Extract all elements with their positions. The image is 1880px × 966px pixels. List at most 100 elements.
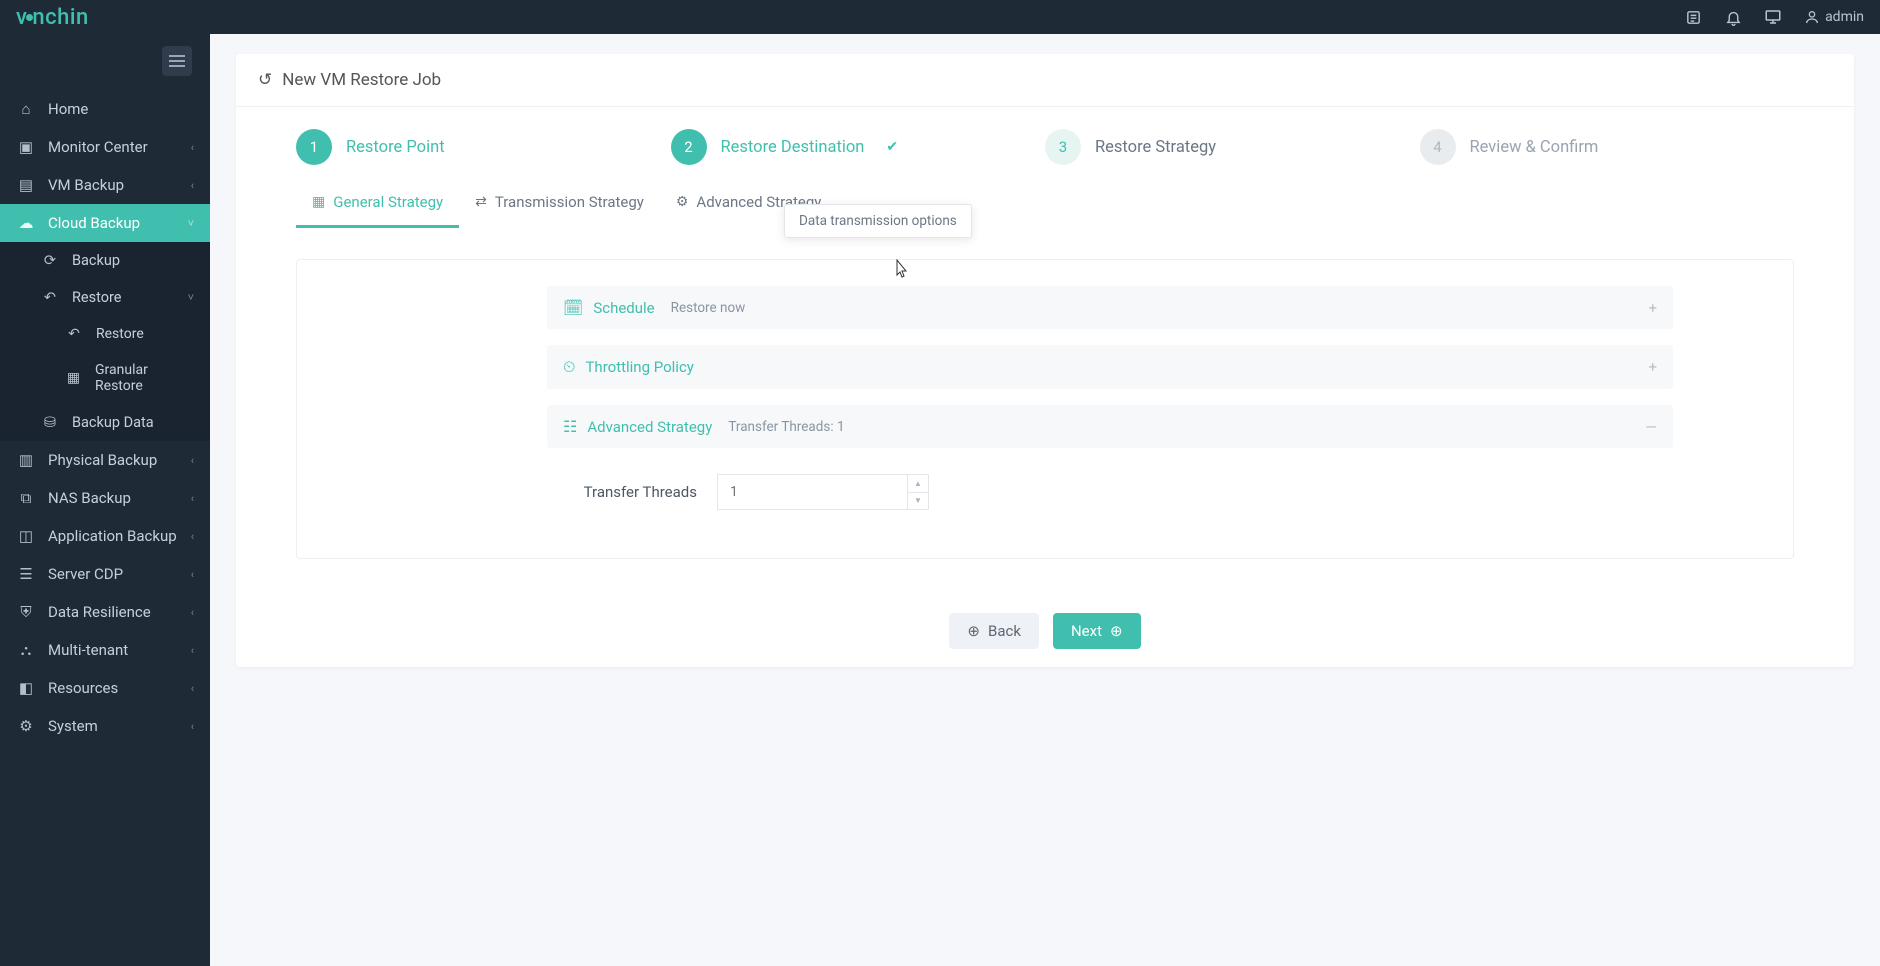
chevron-down-icon: ˅: [188, 217, 194, 230]
sidebar-item-monitor[interactable]: ▣ Monitor Center ‹: [0, 128, 210, 166]
step-restore-destination[interactable]: 2 Restore Destination ✔: [671, 129, 1046, 165]
sidebar-item-vm-backup[interactable]: ▤ VM Backup ‹: [0, 166, 210, 204]
arrows-icon: ⇄: [475, 194, 487, 210]
plus-icon: +: [1648, 299, 1657, 317]
sidebar-item-server-cdp[interactable]: ☰ Server CDP ‹: [0, 555, 210, 593]
sidebar-item-data-resilience[interactable]: ⛨ Data Resilience ‹: [0, 593, 210, 631]
sidebar-item-label: Resources: [48, 679, 118, 697]
tab-label: Transmission Strategy: [495, 193, 644, 211]
sidebar-item-label: Restore: [96, 326, 144, 342]
calendar-icon: 🗓: [563, 298, 583, 317]
transfer-threads-input[interactable]: [717, 474, 907, 510]
refresh-arrow-icon: ↺: [258, 70, 272, 90]
panel-area: 🗓 Schedule Restore now + ⏲ Throttling Po…: [236, 229, 1854, 595]
panel-inner: 🗓 Schedule Restore now + ⏲ Throttling Po…: [296, 259, 1794, 559]
sidebar-item-label: Cloud Backup: [48, 214, 140, 232]
sidebar-item-system[interactable]: ⚙ System ‹: [0, 707, 210, 745]
sidebar-nav: ⌂ Home ▣ Monitor Center ‹ ▤ VM Backup ‹ …: [0, 90, 210, 745]
topbar-right: admin: [1684, 8, 1864, 26]
accordion-advanced[interactable]: ☷ Advanced Strategy Transfer Threads: 1 …: [547, 405, 1673, 448]
user-name: admin: [1825, 9, 1864, 25]
sidebar-item-nas-backup[interactable]: ⧉ NAS Backup ‹: [0, 479, 210, 517]
field-label: Transfer Threads: [567, 483, 697, 501]
chevron-left-icon: ‹: [191, 682, 194, 695]
sidebar-item-label: Backup Data: [72, 414, 154, 431]
app-icon: ◫: [16, 527, 36, 545]
sidebar-subitem-granular-restore[interactable]: ▦ Granular Restore: [0, 352, 210, 404]
log-icon[interactable]: [1684, 8, 1702, 26]
screen-icon[interactable]: [1764, 8, 1782, 26]
spinner-down-button[interactable]: ▼: [908, 493, 928, 510]
check-icon: ✔: [886, 139, 898, 155]
sidebar-subitem-backup[interactable]: ⟳ Backup: [0, 242, 210, 279]
sidebar-collapse-button[interactable]: [162, 46, 192, 76]
page-header: ↺ New VM Restore Job: [236, 54, 1854, 107]
sidebar: ⌂ Home ▣ Monitor Center ‹ ▤ VM Backup ‹ …: [0, 34, 210, 966]
accordion-advanced-body: Transfer Threads ▲ ▼: [547, 456, 1673, 516]
tab-transmission-strategy[interactable]: ⇄ Transmission Strategy: [459, 183, 660, 228]
topbar: vnchin admin: [0, 0, 1880, 34]
strategy-tabs: ▦ General Strategy ⇄ Transmission Strate…: [236, 183, 1854, 229]
sidebar-item-multi-tenant[interactable]: ⛬ Multi-tenant ‹: [0, 631, 210, 669]
sidebar-subitem-restore-inner[interactable]: ↶ Restore: [0, 316, 210, 352]
sidebar-item-label: Backup: [72, 252, 120, 269]
gauge-icon: ⏲: [563, 357, 575, 377]
accordion-sublabel: Transfer Threads: 1: [728, 419, 844, 435]
transfer-threads-spinner: ▲ ▼: [717, 474, 929, 510]
tab-general-strategy[interactable]: ▦ General Strategy: [296, 183, 459, 228]
sidebar-item-label: Multi-tenant: [48, 641, 128, 659]
tab-label: General Strategy: [333, 193, 443, 211]
home-icon: ⌂: [16, 100, 36, 118]
gear-icon: ⚙: [676, 194, 689, 210]
step-number: 2: [671, 129, 707, 165]
stepper: 1 Restore Point 2 Restore Destination ✔ …: [236, 107, 1854, 165]
refresh-icon: ⟳: [40, 252, 60, 269]
chevron-left-icon: ‹: [191, 568, 194, 581]
sidebar-item-label: Home: [48, 100, 88, 118]
chevron-left-icon: ‹: [191, 492, 194, 505]
user-menu[interactable]: admin: [1804, 9, 1864, 25]
button-label: Next: [1071, 622, 1102, 640]
accordion-sublabel: Restore now: [671, 300, 746, 316]
sidebar-subitem-backup-data[interactable]: ⛁ Backup Data: [0, 404, 210, 441]
sidebar-item-label: Data Resilience: [48, 603, 151, 621]
chevron-left-icon: ‹: [191, 606, 194, 619]
sidebar-subitem-restore[interactable]: ↶ Restore ˅: [0, 279, 210, 316]
step-restore-point[interactable]: 1 Restore Point: [296, 129, 671, 165]
page-title: New VM Restore Job: [282, 70, 441, 90]
monitor-icon: ▣: [16, 138, 36, 156]
data-icon: ⛁: [40, 414, 60, 431]
grid-icon: ▦: [64, 370, 83, 386]
sidebar-item-label: System: [48, 717, 98, 735]
sidebar-item-resources[interactable]: ◧ Resources ‹: [0, 669, 210, 707]
back-button[interactable]: ⊕ Back: [949, 613, 1039, 649]
sidebar-item-label: NAS Backup: [48, 489, 131, 507]
step-restore-strategy[interactable]: 3 Restore Strategy: [1045, 129, 1420, 165]
cloud-icon: ☁: [16, 214, 36, 232]
step-number: 1: [296, 129, 332, 165]
sidebar-item-cloud-backup[interactable]: ☁ Cloud Backup ˅: [0, 204, 210, 242]
next-button[interactable]: Next ⊕: [1053, 613, 1141, 649]
accordion-schedule[interactable]: 🗓 Schedule Restore now +: [547, 286, 1673, 329]
step-label: Restore Point: [346, 138, 445, 157]
sidebar-item-label: Restore: [72, 289, 121, 306]
sidebar-item-home[interactable]: ⌂ Home: [0, 90, 210, 128]
sidebar-item-physical-backup[interactable]: ▥ Physical Backup ‹: [0, 441, 210, 479]
step-number: 3: [1045, 129, 1081, 165]
nas-icon: ⧉: [16, 489, 36, 507]
sidebar-item-label: Server CDP: [48, 565, 123, 583]
step-review-confirm[interactable]: 4 Review & Confirm: [1420, 129, 1795, 165]
wizard-footer: ⊕ Back Next ⊕: [236, 595, 1854, 667]
arrow-left-icon: ⊕: [967, 622, 980, 640]
list-icon: ▦: [312, 194, 325, 210]
bell-icon[interactable]: [1724, 8, 1742, 26]
sidebar-item-label: Physical Backup: [48, 451, 157, 469]
sidebar-item-application-backup[interactable]: ◫ Application Backup ‹: [0, 517, 210, 555]
accordion-title: Schedule: [593, 299, 654, 317]
step-label: Review & Confirm: [1470, 138, 1599, 157]
vm-icon: ▤: [16, 176, 36, 194]
accordion-throttling[interactable]: ⏲ Throttling Policy +: [547, 345, 1673, 389]
spinner-up-button[interactable]: ▲: [908, 475, 928, 493]
restore-icon: ↶: [40, 289, 60, 306]
wizard-card: ↺ New VM Restore Job 1 Restore Point 2 R…: [236, 54, 1854, 667]
